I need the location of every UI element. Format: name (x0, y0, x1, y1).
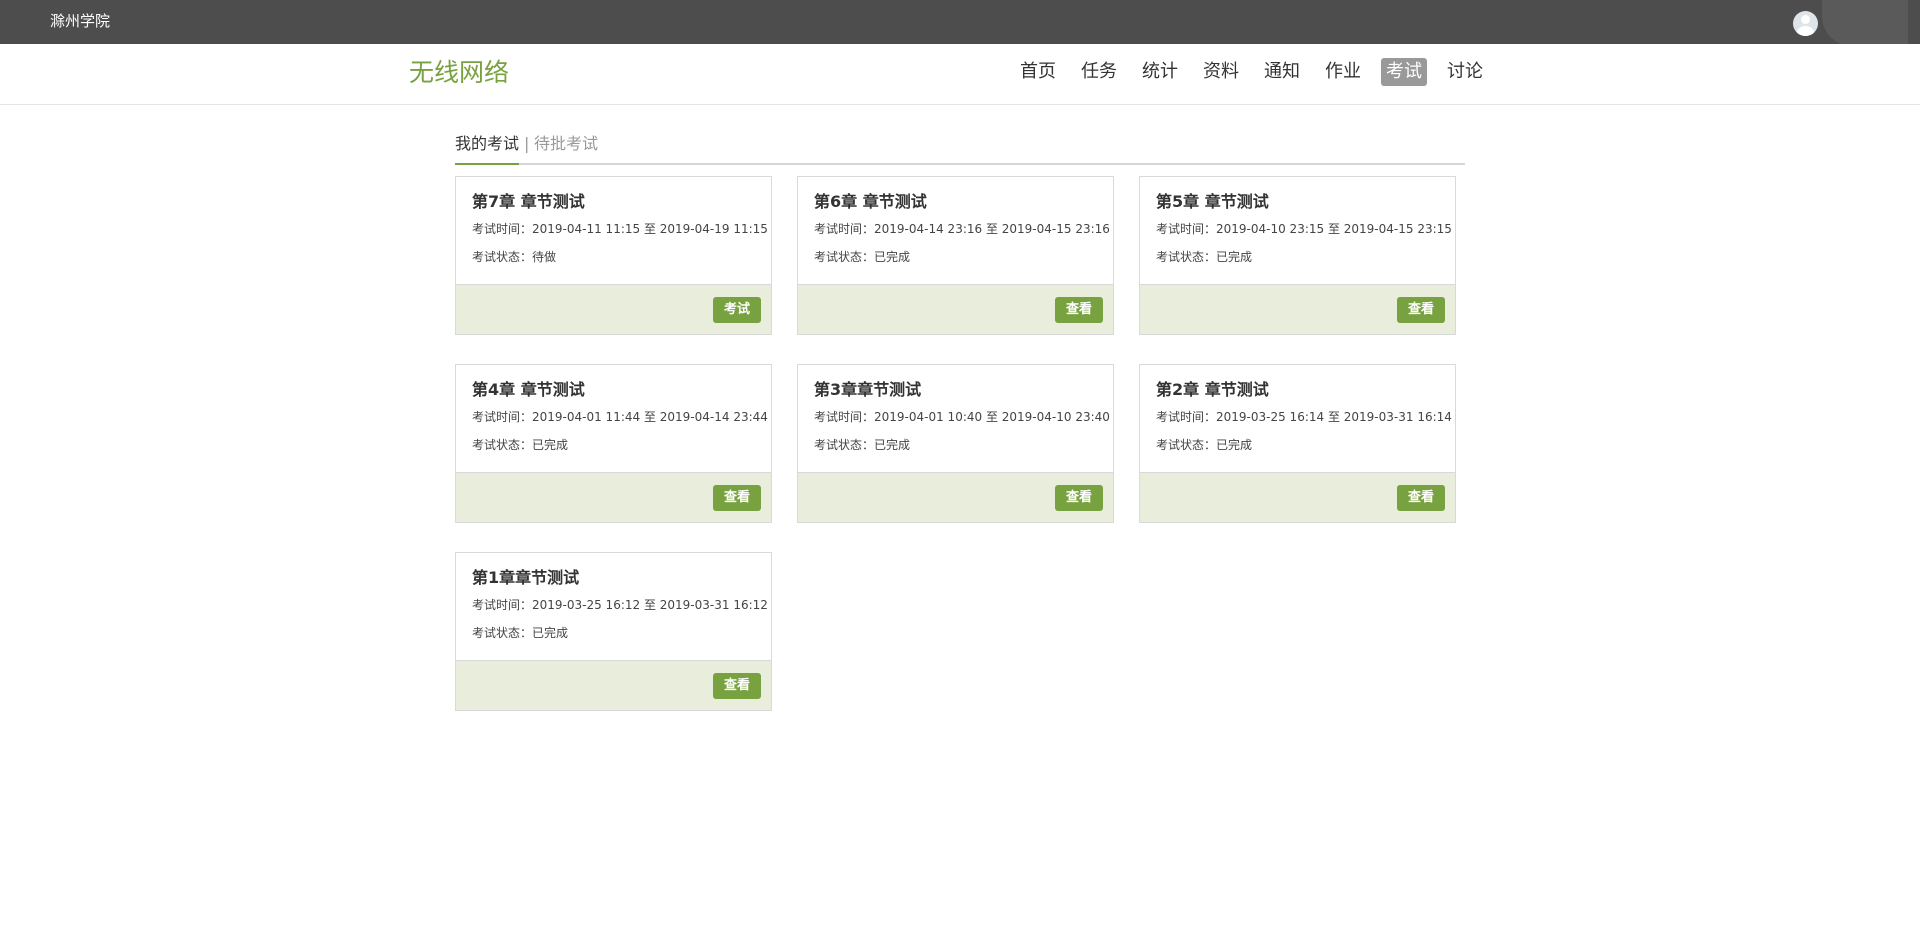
exam-tabs: 我的考试 | 待批考试 (455, 128, 1465, 165)
exam-title: 第6章 章节测试 (814, 192, 927, 211)
exam-time: 考试时间：2019-04-14 23:16 至 2019-04-15 23:16 (814, 222, 1110, 236)
active-tab-underline (455, 163, 519, 165)
exam-card: 第4章 章节测试 考试时间：2019-04-01 11:44 至 2019-04… (455, 364, 772, 523)
exam-time: 考试时间：2019-03-25 16:12 至 2019-03-31 16:12 (472, 598, 768, 612)
nav-item-statistics[interactable]: 统计 (1137, 58, 1183, 86)
view-exam-button[interactable]: 查看 (1055, 297, 1103, 323)
exam-card: 第5章 章节测试 考试时间：2019-04-10 23:15 至 2019-04… (1139, 176, 1456, 335)
user-avatar-icon[interactable] (1793, 11, 1818, 36)
exam-card: 第7章 章节测试 考试时间：2019-04-11 11:15 至 2019-04… (455, 176, 772, 335)
nav-item-materials[interactable]: 资料 (1198, 58, 1244, 86)
avatar-head (1801, 15, 1810, 24)
exam-status: 考试状态：已完成 (472, 438, 569, 452)
exam-card-footer: 查看 (1140, 472, 1455, 522)
tab-separator: | (524, 134, 530, 153)
exam-grid: 第7章 章节测试 考试时间：2019-04-11 11:15 至 2019-04… (455, 176, 1456, 716)
school-name[interactable]: 滁州学院 (50, 11, 110, 31)
course-nav: 首页 任务 统计 资料 通知 作业 考试 讨论 (1015, 58, 1503, 86)
exam-title: 第7章 章节测试 (472, 192, 585, 211)
nav-item-home[interactable]: 首页 (1015, 58, 1061, 86)
exam-card-footer: 考试 (456, 284, 771, 334)
exam-status: 考试状态：已完成 (1156, 250, 1253, 264)
exam-time: 考试时间：2019-04-10 23:15 至 2019-04-15 23:15 (1156, 222, 1452, 236)
exam-title: 第5章 章节测试 (1156, 192, 1269, 211)
view-exam-button[interactable]: 查看 (1397, 297, 1445, 323)
exam-title: 第2章 章节测试 (1156, 380, 1269, 399)
nav-item-tasks[interactable]: 任务 (1076, 58, 1122, 86)
avatar-body (1797, 26, 1814, 36)
exam-status: 考试状态：已完成 (472, 626, 569, 640)
exam-card: 第1章章节测试 考试时间：2019-03-25 16:12 至 2019-03-… (455, 552, 772, 711)
nav-item-exams[interactable]: 考试 (1381, 58, 1427, 86)
exam-status: 考试状态：待做 (472, 250, 557, 264)
exam-card: 第3章章节测试 考试时间：2019-04-01 10:40 至 2019-04-… (797, 364, 1114, 523)
nav-item-homework[interactable]: 作业 (1320, 58, 1366, 86)
take-exam-button[interactable]: 考试 (713, 297, 761, 323)
exam-card-footer: 查看 (798, 472, 1113, 522)
exam-time: 考试时间：2019-04-01 11:44 至 2019-04-14 23:44 (472, 410, 768, 424)
user-menu[interactable] (1822, 0, 1908, 48)
exam-time: 考试时间：2019-03-25 16:14 至 2019-03-31 16:14 (1156, 410, 1452, 424)
exam-status: 考试状态：已完成 (1156, 438, 1253, 452)
exam-card-footer: 查看 (456, 660, 771, 710)
exam-status: 考试状态：已完成 (814, 250, 911, 264)
exam-title: 第4章 章节测试 (472, 380, 585, 399)
exam-card-footer: 查看 (1140, 284, 1455, 334)
view-exam-button[interactable]: 查看 (713, 485, 761, 511)
exam-title: 第3章章节测试 (814, 380, 922, 399)
nav-item-notices[interactable]: 通知 (1259, 58, 1305, 86)
view-exam-button[interactable]: 查看 (1055, 485, 1103, 511)
course-title[interactable]: 无线网络 (409, 57, 509, 89)
exam-card: 第2章 章节测试 考试时间：2019-03-25 16:14 至 2019-03… (1139, 364, 1456, 523)
exam-status: 考试状态：已完成 (814, 438, 911, 452)
top-bar: 滁州学院 (0, 0, 1920, 48)
tab-my-exams[interactable]: 我的考试 (455, 133, 519, 155)
exam-card-footer: 查看 (798, 284, 1113, 334)
view-exam-button[interactable]: 查看 (713, 673, 761, 699)
nav-item-discussion[interactable]: 讨论 (1442, 58, 1488, 86)
exam-card: 第6章 章节测试 考试时间：2019-04-14 23:16 至 2019-04… (797, 176, 1114, 335)
exam-title: 第1章章节测试 (472, 568, 580, 587)
tab-pending-exams[interactable]: 待批考试 (534, 133, 598, 155)
view-exam-button[interactable]: 查看 (1397, 485, 1445, 511)
exam-time: 考试时间：2019-04-01 10:40 至 2019-04-10 23:40 (814, 410, 1110, 424)
exam-time: 考试时间：2019-04-11 11:15 至 2019-04-19 11:15 (472, 222, 768, 236)
course-header: 无线网络 首页 任务 统计 资料 通知 作业 考试 讨论 (0, 44, 1920, 105)
exam-card-footer: 查看 (456, 472, 771, 522)
